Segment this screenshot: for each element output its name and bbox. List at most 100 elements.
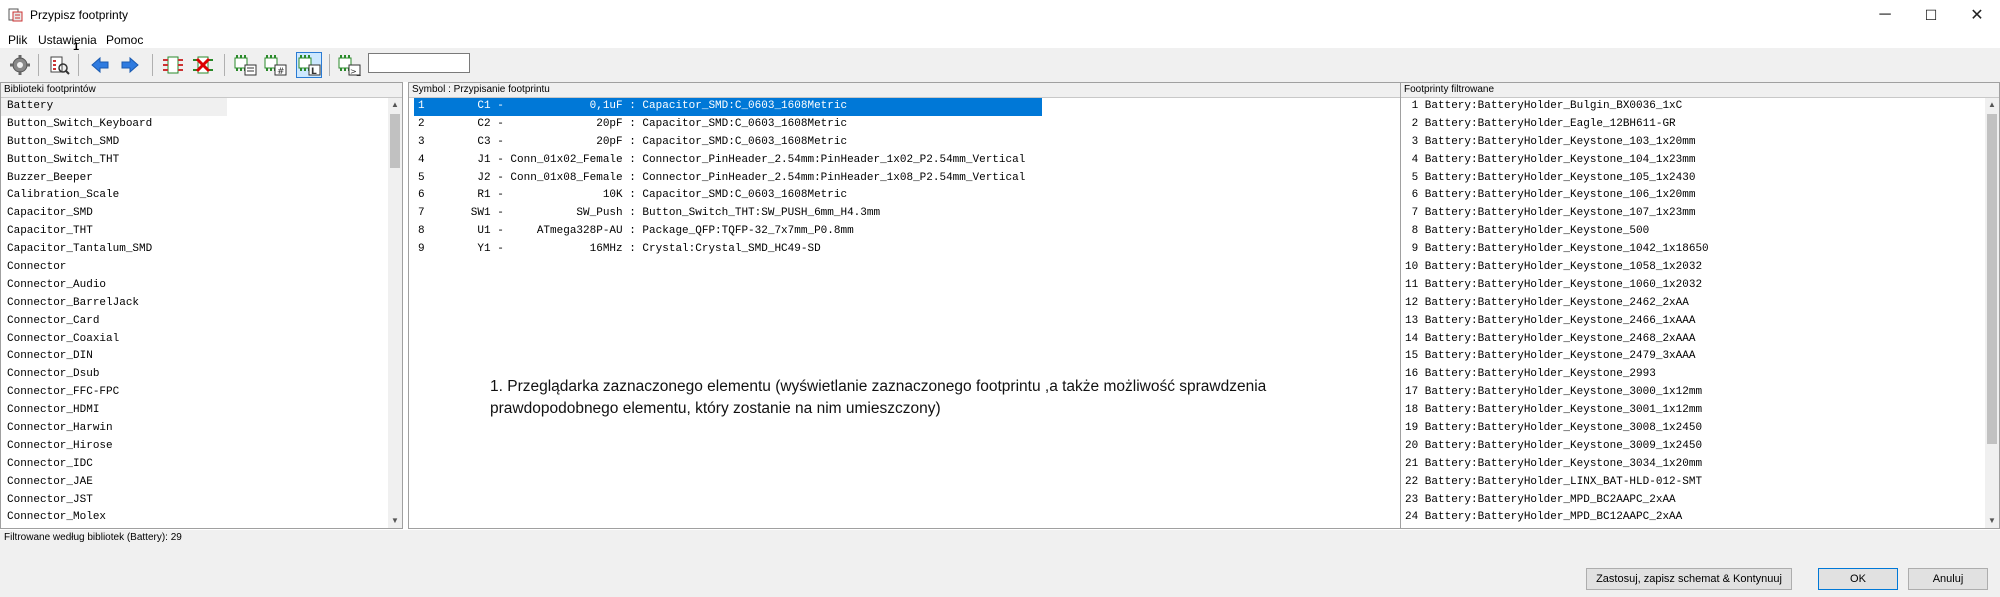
footprint-row[interactable]: 15 Battery:BatteryHolder_Keystone_2479_3… xyxy=(1401,348,1999,366)
library-list-item[interactable]: Connector_Coaxial xyxy=(1,331,402,349)
symbol-row[interactable]: 7 SW1 - SW_Push : Button_Switch_THT:SW_P… xyxy=(414,205,1042,223)
symbol-row[interactable]: 3 C3 - 20pF : Capacitor_SMD:C_0603_1608M… xyxy=(414,134,1042,152)
library-list-item[interactable]: Connector_Harwin xyxy=(1,420,402,438)
auto-associate-button[interactable] xyxy=(160,52,186,78)
symbol-row[interactable]: 6 R1 - 10K : Capacitor_SMD:C_0603_1608Me… xyxy=(414,187,1042,205)
library-list-item[interactable]: Button_Switch_SMD xyxy=(1,134,402,152)
ok-button[interactable]: OK xyxy=(1818,568,1898,590)
footprint-row[interactable]: 10 Battery:BatteryHolder_Keystone_1058_1… xyxy=(1401,259,1999,277)
library-list-item[interactable]: Button_Switch_THT xyxy=(1,152,402,170)
footprint-row[interactable]: 1 Battery:BatteryHolder_Bulgin_BX0036_1x… xyxy=(1401,98,1999,116)
symbol-row[interactable]: 2 C2 - 20pF : Capacitor_SMD:C_0603_1608M… xyxy=(414,116,1042,134)
menu-file[interactable]: Plik xyxy=(8,33,27,47)
footprint-row[interactable]: 14 Battery:BatteryHolder_Keystone_2468_2… xyxy=(1401,331,1999,349)
footprint-row[interactable]: 24 Battery:BatteryHolder_MPD_BC12AAPC_2x… xyxy=(1401,509,1999,527)
footprint-row[interactable]: 4 Battery:BatteryHolder_Keystone_104_1x2… xyxy=(1401,152,1999,170)
footprints-scrollbar[interactable]: ▲ ▼ xyxy=(1985,98,1999,528)
close-button[interactable]: ✕ xyxy=(1954,0,2000,30)
toolbar-separator xyxy=(78,54,79,76)
previous-button[interactable] xyxy=(87,52,113,78)
toolbar-separator xyxy=(224,54,225,76)
scroll-up-icon[interactable]: ▲ xyxy=(388,98,402,112)
footprint-row[interactable]: 18 Battery:BatteryHolder_Keystone_3001_1… xyxy=(1401,402,1999,420)
filter-keywords-button[interactable] xyxy=(232,52,258,78)
toolbar-separator xyxy=(38,54,39,76)
library-list-item[interactable]: Button_Switch_Keyboard xyxy=(1,116,402,134)
filter-library-button[interactable]: L xyxy=(296,52,322,78)
footprint-row[interactable]: 11 Battery:BatteryHolder_Keystone_1060_1… xyxy=(1401,277,1999,295)
cancel-button[interactable]: Anuluj xyxy=(1908,568,1988,590)
library-list-item[interactable]: Battery xyxy=(1,98,227,116)
symbol-row[interactable]: 9 Y1 - 16MHz : Crystal:Crystal_SMD_HC49-… xyxy=(414,241,1042,259)
previous-arrow-icon xyxy=(91,56,109,74)
scroll-down-icon[interactable]: ▼ xyxy=(1985,514,1999,528)
library-list-item[interactable]: Capacitor_THT xyxy=(1,223,402,241)
library-list-item[interactable]: Capacitor_SMD xyxy=(1,205,402,223)
window-title: Przypisz footprinty xyxy=(30,8,129,22)
symbols-header: Symbol : Przypisanie footprintu xyxy=(409,83,1400,98)
footprint-row[interactable]: 8 Battery:BatteryHolder_Keystone_500 xyxy=(1401,223,1999,241)
library-list-item[interactable]: Connector_Molex xyxy=(1,509,402,527)
footprint-row[interactable]: 20 Battery:BatteryHolder_Keystone_3009_1… xyxy=(1401,438,1999,456)
library-list-item[interactable]: Connector_Audio xyxy=(1,277,402,295)
symbol-row[interactable]: 8 U1 - ATmega328P-AU : Package_QFP:TQFP-… xyxy=(414,223,1042,241)
footprint-row[interactable]: 22 Battery:BatteryHolder_LINX_BAT-HLD-01… xyxy=(1401,474,1999,492)
symbol-row[interactable]: 5 J2 - Conn_01x08_Female : Connector_Pin… xyxy=(414,170,1042,188)
delete-associations-button[interactable] xyxy=(190,52,216,78)
library-list-item[interactable]: Connector_FFC-FPC xyxy=(1,384,402,402)
library-list-item[interactable]: Connector xyxy=(1,259,402,277)
scroll-thumb[interactable] xyxy=(390,114,400,168)
libraries-header: Biblioteki footprintów xyxy=(1,83,402,98)
next-arrow-icon xyxy=(121,56,139,74)
menu-settings[interactable]: Ustawienia xyxy=(38,33,97,47)
annotation-marker: 1 xyxy=(73,41,80,53)
footprint-row[interactable]: 23 Battery:BatteryHolder_MPD_BC2AAPC_2xA… xyxy=(1401,492,1999,510)
menu-help[interactable]: Pomoc xyxy=(106,33,143,47)
library-list-item[interactable]: Connector_Hirose xyxy=(1,438,402,456)
next-button[interactable] xyxy=(117,52,143,78)
library-list-item[interactable]: Buzzer_Beeper xyxy=(1,170,402,188)
symbol-row[interactable]: 1 C1 - 0,1uF : Capacitor_SMD:C_0603_1608… xyxy=(414,98,1042,116)
footprint-row[interactable]: 7 Battery:BatteryHolder_Keystone_107_1x2… xyxy=(1401,205,1999,223)
scroll-down-icon[interactable]: ▼ xyxy=(388,514,402,528)
delete-associations-icon xyxy=(193,56,213,74)
footprint-row[interactable]: 9 Battery:BatteryHolder_Keystone_1042_1x… xyxy=(1401,241,1999,259)
library-list-item[interactable]: Connector_Card xyxy=(1,313,402,331)
footprint-row[interactable]: 13 Battery:BatteryHolder_Keystone_2466_1… xyxy=(1401,313,1999,331)
footprint-row[interactable]: 16 Battery:BatteryHolder_Keystone_2993 xyxy=(1401,366,1999,384)
scroll-up-icon[interactable]: ▲ xyxy=(1985,98,1999,112)
auto-associate-icon xyxy=(163,56,183,74)
footprint-row[interactable]: 5 Battery:BatteryHolder_Keystone_105_1x2… xyxy=(1401,170,1999,188)
library-list-item[interactable]: Connector_IDC xyxy=(1,456,402,474)
library-list-item[interactable]: Calibration_Scale xyxy=(1,187,402,205)
footprint-row[interactable]: 2 Battery:BatteryHolder_Eagle_12BH611-GR xyxy=(1401,116,1999,134)
footprint-row[interactable]: 6 Battery:BatteryHolder_Keystone_106_1x2… xyxy=(1401,187,1999,205)
filter-library-icon: L xyxy=(298,55,321,76)
footprint-row[interactable]: 12 Battery:BatteryHolder_Keystone_2462_2… xyxy=(1401,295,1999,313)
library-list-item[interactable]: Connector_JST xyxy=(1,492,402,510)
svg-text:>_: >_ xyxy=(350,67,361,76)
settings-button[interactable] xyxy=(7,52,33,78)
filter-text-input[interactable] xyxy=(368,53,470,73)
apply-save-continue-button[interactable]: Zastosuj, zapisz schemat & Kontynuuj xyxy=(1586,568,1792,590)
library-list-item[interactable]: Connector_Dsub xyxy=(1,366,402,384)
symbol-row[interactable]: 4 J1 - Conn_01x02_Female : Connector_Pin… xyxy=(414,152,1042,170)
maximize-button[interactable]: ☐ xyxy=(1908,0,1954,30)
footprint-row[interactable]: 19 Battery:BatteryHolder_Keystone_3008_1… xyxy=(1401,420,1999,438)
library-list-item[interactable]: Connector_HDMI xyxy=(1,402,402,420)
title-bar: Przypisz footprinty ─ ☐ ✕ xyxy=(0,0,2000,30)
footprint-row[interactable]: 17 Battery:BatteryHolder_Keystone_3000_1… xyxy=(1401,384,1999,402)
toolbar-separator xyxy=(329,54,330,76)
filter-text-button[interactable]: >_ xyxy=(336,52,362,78)
libraries-scrollbar[interactable]: ▲ ▼ xyxy=(388,98,402,528)
footprint-row[interactable]: 3 Battery:BatteryHolder_Keystone_103_1x2… xyxy=(1401,134,1999,152)
library-list-item[interactable]: Connector_DIN xyxy=(1,348,402,366)
footprint-row[interactable]: 21 Battery:BatteryHolder_Keystone_3034_1… xyxy=(1401,456,1999,474)
library-list-item[interactable]: Connector_JAE xyxy=(1,474,402,492)
filter-pin-count-button[interactable]: # xyxy=(262,52,288,78)
library-list-item[interactable]: Capacitor_Tantalum_SMD xyxy=(1,241,402,259)
library-list-item[interactable]: Connector_BarrelJack xyxy=(1,295,402,313)
minimize-button[interactable]: ─ xyxy=(1862,0,1908,30)
footprint-viewer-button[interactable] xyxy=(46,52,72,78)
scroll-thumb[interactable] xyxy=(1987,114,1997,444)
